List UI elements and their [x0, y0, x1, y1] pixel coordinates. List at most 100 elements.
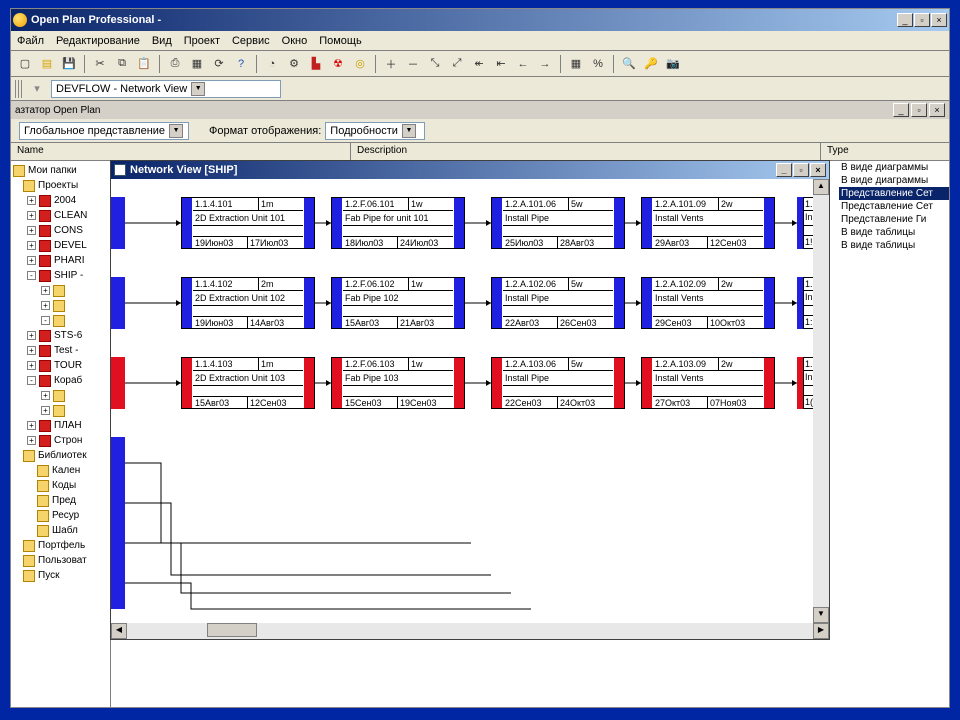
tree-item[interactable]: Пред — [52, 495, 76, 506]
tree-item[interactable]: Ресур — [52, 510, 79, 521]
col-name[interactable]: Name — [11, 143, 351, 160]
key-icon[interactable]: 🔑 — [641, 54, 661, 74]
find-icon[interactable]: 🔍 — [619, 54, 639, 74]
tree-item[interactable]: 2004 — [54, 195, 76, 206]
expand-icon[interactable]: + — [27, 256, 36, 265]
tree-root[interactable]: Мои папки — [28, 165, 77, 176]
tree-item[interactable]: ПЛАН — [54, 420, 82, 431]
tree-item[interactable]: TOUR — [54, 360, 82, 371]
task-box[interactable]: 1.2.F.06.1011wFab Pipe for unit 10118Июл… — [331, 197, 465, 249]
close-button[interactable]: × — [931, 13, 947, 27]
first-icon[interactable]: ⇤ — [491, 54, 511, 74]
help-icon[interactable]: ? — [231, 54, 251, 74]
menu-project[interactable]: Проект — [184, 35, 220, 47]
collapse-icon[interactable]: - — [27, 376, 36, 385]
cost-icon[interactable]: ◎ — [350, 54, 370, 74]
expand-icon[interactable]: + — [41, 286, 50, 295]
expand-icon[interactable]: + — [27, 421, 36, 430]
expand-icon[interactable]: + — [27, 346, 36, 355]
task-box[interactable]: 1.1.4.1022m2D Extraction Unit 10219Июн03… — [181, 277, 315, 329]
type-cell[interactable]: В виде диаграммы — [839, 161, 949, 174]
task-box[interactable]: 1.1.4.1031m2D Extraction Unit 10315Авг03… — [181, 357, 315, 409]
new-icon[interactable]: ▢ — [15, 54, 35, 74]
copy-icon[interactable]: ⧉ — [112, 54, 132, 74]
dropdown-icon[interactable]: ▼ — [191, 82, 205, 96]
task-box[interactable]: 1.2.A.101.065wInstall Pipe25Июл0328Авг03 — [491, 197, 625, 249]
nav-icon[interactable]: ▾ — [27, 79, 47, 99]
tree-item[interactable]: PHARI — [54, 255, 85, 266]
horizontal-scrollbar[interactable]: ◀ ▶ — [111, 623, 829, 639]
nav-max-button[interactable]: ▫ — [911, 103, 927, 117]
tree-projects[interactable]: Проекты — [38, 180, 78, 191]
type-cell[interactable]: Представление Ги — [839, 213, 949, 226]
type-cell[interactable]: В виде таблицы — [839, 239, 949, 252]
expand-icon[interactable]: + — [41, 391, 50, 400]
grid-icon[interactable]: ▦ — [566, 54, 586, 74]
tree-item[interactable]: DEVEL — [54, 240, 87, 251]
type-cell[interactable]: В виде таблицы — [839, 226, 949, 239]
restore-button[interactable]: ▫ — [914, 13, 930, 27]
save-icon[interactable]: 💾 — [59, 54, 79, 74]
tree-item[interactable]: Шабл — [52, 525, 78, 536]
cut-icon[interactable]: ✂ — [90, 54, 110, 74]
network-canvas[interactable]: 1.In1!1.In1:1.In1( 1.1.4.1011m2D Extract… — [111, 179, 829, 623]
chart-icon[interactable]: ▙ — [306, 54, 326, 74]
tree-item[interactable]: Портфель — [38, 540, 85, 551]
scroll-right-icon[interactable]: ▶ — [813, 623, 829, 639]
expand-icon[interactable]: + — [27, 196, 36, 205]
minus-icon[interactable]: － — [403, 54, 423, 74]
scroll-down-icon[interactable]: ▼ — [813, 607, 829, 623]
vertical-scrollbar[interactable]: ▲ ▼ — [813, 179, 829, 623]
plus-icon[interactable]: ＋ — [381, 54, 401, 74]
expand-icon[interactable]: + — [41, 301, 50, 310]
dropdown-icon[interactable]: ▼ — [169, 124, 183, 138]
menu-window[interactable]: Окно — [282, 35, 308, 47]
percent-icon[interactable]: % — [588, 54, 608, 74]
tree-item[interactable]: Кораб — [54, 375, 82, 386]
nav-min-button[interactable]: _ — [893, 103, 909, 117]
nav-close-button[interactable]: × — [929, 103, 945, 117]
scroll-left-icon[interactable]: ◀ — [111, 623, 127, 639]
menu-service[interactable]: Сервис — [232, 35, 270, 47]
tree-item[interactable]: SHIP - — [54, 270, 83, 281]
task-box[interactable]: 1.1.4.1011m2D Extraction Unit 10119Июн03… — [181, 197, 315, 249]
tree-item[interactable]: Строн — [54, 435, 82, 446]
tree-item[interactable]: CLEAN — [54, 210, 87, 221]
tree-libraries[interactable]: Библиотек — [38, 450, 87, 461]
grip-icon[interactable] — [15, 80, 23, 98]
paste-icon[interactable]: 📋 — [134, 54, 154, 74]
representation-selector[interactable]: Глобальное представление ▼ — [19, 122, 189, 140]
expand-icon[interactable]: + — [27, 226, 36, 235]
child-close-button[interactable]: × — [810, 163, 826, 177]
task-box[interactable]: 1.2.F.06.1031wFab Pipe 10315Сен0319Сен03 — [331, 357, 465, 409]
tree-item[interactable]: STS-6 — [54, 330, 82, 341]
expand-icon[interactable]: + — [27, 331, 36, 340]
menu-view[interactable]: Вид — [152, 35, 172, 47]
open-icon[interactable]: ▤ — [37, 54, 57, 74]
expand-icon[interactable]: + — [27, 211, 36, 220]
minimize-button[interactable]: _ — [897, 13, 913, 27]
type-cell[interactable]: Представление Сет — [839, 200, 949, 213]
collapse-icon[interactable]: - — [27, 271, 36, 280]
view-selector[interactable]: DEVFLOW - Network View ▼ — [51, 80, 281, 98]
col-type[interactable]: Type — [821, 143, 949, 160]
expand-icon[interactable]: + — [27, 361, 36, 370]
clock-icon[interactable]: ◔ — [262, 54, 282, 74]
calc-icon[interactable]: ⚙ — [284, 54, 304, 74]
task-box[interactable]: 1.2.A.102.092wInstall Vents29Сен0310Окт0… — [641, 277, 775, 329]
col-desc[interactable]: Description — [351, 143, 821, 160]
type-cell-selected[interactable]: Представление Сет — [839, 187, 949, 200]
tree-item[interactable]: Пуск — [38, 570, 59, 581]
preview-icon[interactable]: ▦ — [187, 54, 207, 74]
child-max-button[interactable]: ▫ — [793, 163, 809, 177]
refresh-icon[interactable]: ⟳ — [209, 54, 229, 74]
expand-icon[interactable]: + — [41, 406, 50, 415]
prev-icon[interactable]: ← — [513, 54, 533, 74]
collapse-icon[interactable]: ⤢ — [447, 54, 467, 74]
expand-icon[interactable]: + — [27, 241, 36, 250]
task-box[interactable]: 1.2.A.102.065wInstall Pipe22Авг0326Сен03 — [491, 277, 625, 329]
task-box[interactable]: 1.2.A.101.092wInstall Vents29Авг0312Сен0… — [641, 197, 775, 249]
tree-item[interactable]: Test - — [54, 345, 78, 356]
menu-edit[interactable]: Редактирование — [56, 35, 140, 47]
tree-item[interactable]: CONS — [54, 225, 83, 236]
